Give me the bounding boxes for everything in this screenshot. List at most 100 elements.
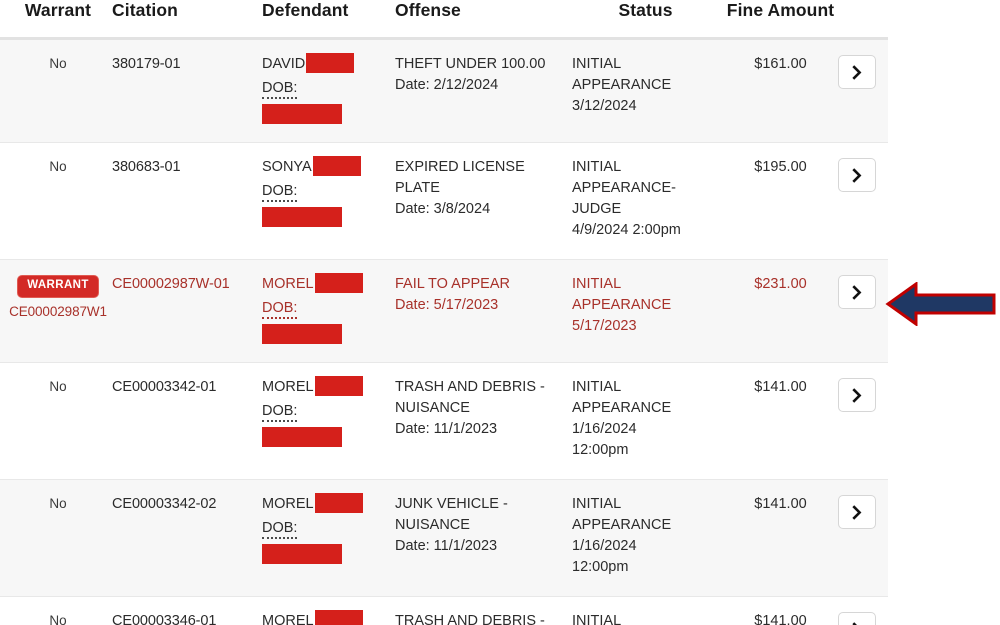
chevron-right-icon <box>851 284 861 300</box>
cell-status: INITIAL APPEARANCE 1/16/2024 12:00pm <box>568 479 723 597</box>
search-results-page: Warrant Citation Defendant Offense Statu… <box>0 0 1000 625</box>
status-line: JUDGE <box>572 201 622 218</box>
cell-action <box>838 259 888 363</box>
table-row[interactable]: No 380179-01 DAVID DOB: THEFT UNDER 100.00 Da… <box>0 38 888 143</box>
defendant-first-name: DAVID <box>262 56 306 72</box>
offense-date: Date: 11/1/2023 <box>395 538 498 555</box>
citation-number: 380683-01 <box>112 159 181 176</box>
column-header-defendant[interactable]: Defendant <box>254 0 386 40</box>
column-header-action <box>838 0 888 40</box>
column-header-fine-amount[interactable]: Fine Amount <box>723 0 838 40</box>
redaction-box-last-name <box>314 376 363 397</box>
citation-number: CE00003346-01 <box>112 613 217 625</box>
view-case-details-button[interactable] <box>838 55 876 89</box>
cell-defendant: SONYA DOB: <box>254 142 386 260</box>
cell-status: INITIAL APPEARANCE 1/16/2024 12:00pm <box>568 362 723 480</box>
column-header-status[interactable]: Status <box>568 0 723 40</box>
status-line: 1/16/2024 <box>572 538 637 555</box>
dob-label: DOB: <box>262 403 298 422</box>
cell-warrant: No <box>0 479 112 597</box>
status-line: INITIAL <box>572 56 622 72</box>
cell-fine-amount: $231.00 <box>723 259 838 363</box>
cell-defendant: MOREL DOB: <box>254 362 386 480</box>
table-body: No 380179-01 DAVID DOB: THEFT UNDER 100.00 Da… <box>0 38 888 625</box>
cell-citation: CE00003342-01 <box>112 362 254 480</box>
cell-status: INITIAL APPEARANCE 5/17/2023 <box>568 259 723 363</box>
arrow-left-icon <box>885 281 997 327</box>
cell-action <box>838 142 888 260</box>
cell-offense: TRASH AND DEBRIS - NUISANCE Date: 11/1/20… <box>386 362 568 480</box>
redaction-box-dob <box>262 207 342 228</box>
column-header-offense[interactable]: Offense <box>386 0 568 40</box>
status-line: 5/17/2023 <box>572 318 637 335</box>
cell-status: INITIAL APPEARANCE- JUDGE 4/9/2024 2:00pm <box>568 142 723 260</box>
status-line: INITIAL <box>572 496 622 513</box>
offense-date: Date: 2/12/2024 <box>395 77 499 94</box>
redaction-box-dob <box>262 104 342 125</box>
defendant-first-name: MOREL <box>262 379 314 396</box>
offense-description: THEFT UNDER 100.00 <box>395 56 546 72</box>
defendant-name-line: DAVID <box>262 53 386 75</box>
column-header-warrant[interactable]: Warrant <box>0 0 112 40</box>
cell-fine-amount: $141.00 <box>723 362 838 480</box>
cell-fine-amount: $141.00 <box>723 479 838 597</box>
status-line: 12:00pm <box>572 442 629 459</box>
status-line: APPEARANCE- <box>572 180 676 197</box>
cell-status: INITIAL APPEARANCE 3/12/2024 <box>568 38 723 143</box>
status-line: 1/16/2024 <box>572 421 637 438</box>
offense-description: TRASH AND DEBRIS - NUISANCE <box>395 379 545 417</box>
cell-fine-amount: $161.00 <box>723 38 838 143</box>
warrant-number: CE00002987W1 <box>9 303 107 319</box>
column-header-citation[interactable]: Citation <box>112 0 254 40</box>
defendant-name-line: SONYA <box>262 156 386 178</box>
view-case-details-button[interactable] <box>838 275 876 310</box>
cell-warrant: WARRANT CE00002987W1 <box>0 259 112 363</box>
warrant-flag-none: No <box>49 379 67 395</box>
view-case-details-button[interactable] <box>838 495 876 530</box>
defendant-first-name: MOREL <box>262 276 314 293</box>
dob-redaction-line <box>262 539 386 565</box>
results-table-container: Warrant Citation Defendant Offense Statu… <box>0 0 888 625</box>
dob-label: DOB: <box>262 80 298 99</box>
defendant-first-name: SONYA <box>262 159 312 176</box>
view-case-details-button[interactable] <box>838 158 876 193</box>
defendant-dob-line: DOB: <box>262 75 386 99</box>
table-row[interactable]: No CE00003342-02 MOREL DOB: JUNK VEHICLE - N… <box>0 479 888 597</box>
cell-fine-amount: $195.00 <box>723 142 838 260</box>
redaction-box-last-name <box>306 53 355 73</box>
warrant-flag-none: No <box>49 613 67 625</box>
offense-date: Date: 3/8/2024 <box>395 201 491 218</box>
redaction-box-last-name <box>312 156 361 177</box>
view-case-details-button[interactable] <box>838 378 876 413</box>
offense-description: FAIL TO APPEAR <box>395 276 510 293</box>
cell-offense: THEFT UNDER 100.00 Date: 2/12/2024 <box>386 38 568 143</box>
offense-date: Date: 11/1/2023 <box>395 421 498 438</box>
status-line: INITIAL <box>572 613 622 625</box>
cell-defendant: DAVID DOB: <box>254 38 386 143</box>
table-row[interactable]: No 380683-01 SONYA DOB: EXPIRED LICENSE PLAT… <box>0 142 888 260</box>
status-line: 3/12/2024 <box>572 98 637 115</box>
table-row[interactable]: NoCE00003346-01MORELDOB:TRASH AND DEBRIS… <box>0 596 888 625</box>
dob-redaction-line <box>262 202 386 228</box>
cell-citation: CE00003342-02 <box>112 479 254 597</box>
table-row[interactable]: No CE00003342-01 MOREL DOB: TRASH AND DEBRIS… <box>0 362 888 480</box>
defendant-first-name: MOREL <box>262 613 314 625</box>
status-line: INITIAL <box>572 276 622 293</box>
status-line: 4/9/2024 2:00pm <box>572 222 681 239</box>
cell-offense: TRASH AND DEBRIS - NUISANCEDate: 11/2/20… <box>386 596 568 625</box>
cell-citation: 380683-01 <box>112 142 254 260</box>
dob-label: DOB: <box>262 300 298 319</box>
defendant-name-line: MOREL <box>262 493 386 515</box>
redaction-box-dob <box>262 324 342 345</box>
table-row[interactable]: WARRANT CE00002987W1 CE00002987W-01 MOREL DO… <box>0 259 888 363</box>
chevron-right-icon <box>851 504 861 520</box>
view-case-details-button[interactable] <box>838 612 876 625</box>
cell-warrant: No <box>0 596 112 625</box>
dob-label: DOB: <box>262 520 298 539</box>
cell-warrant: No <box>0 362 112 480</box>
chevron-right-icon <box>851 167 861 183</box>
cell-status: INITIALAPPEARANCE1/16/2024 <box>568 596 723 625</box>
offense-description: JUNK VEHICLE - NUISANCE <box>395 496 508 534</box>
cell-citation: CE00003346-01 <box>112 596 254 625</box>
status-line: 12:00pm <box>572 559 629 576</box>
